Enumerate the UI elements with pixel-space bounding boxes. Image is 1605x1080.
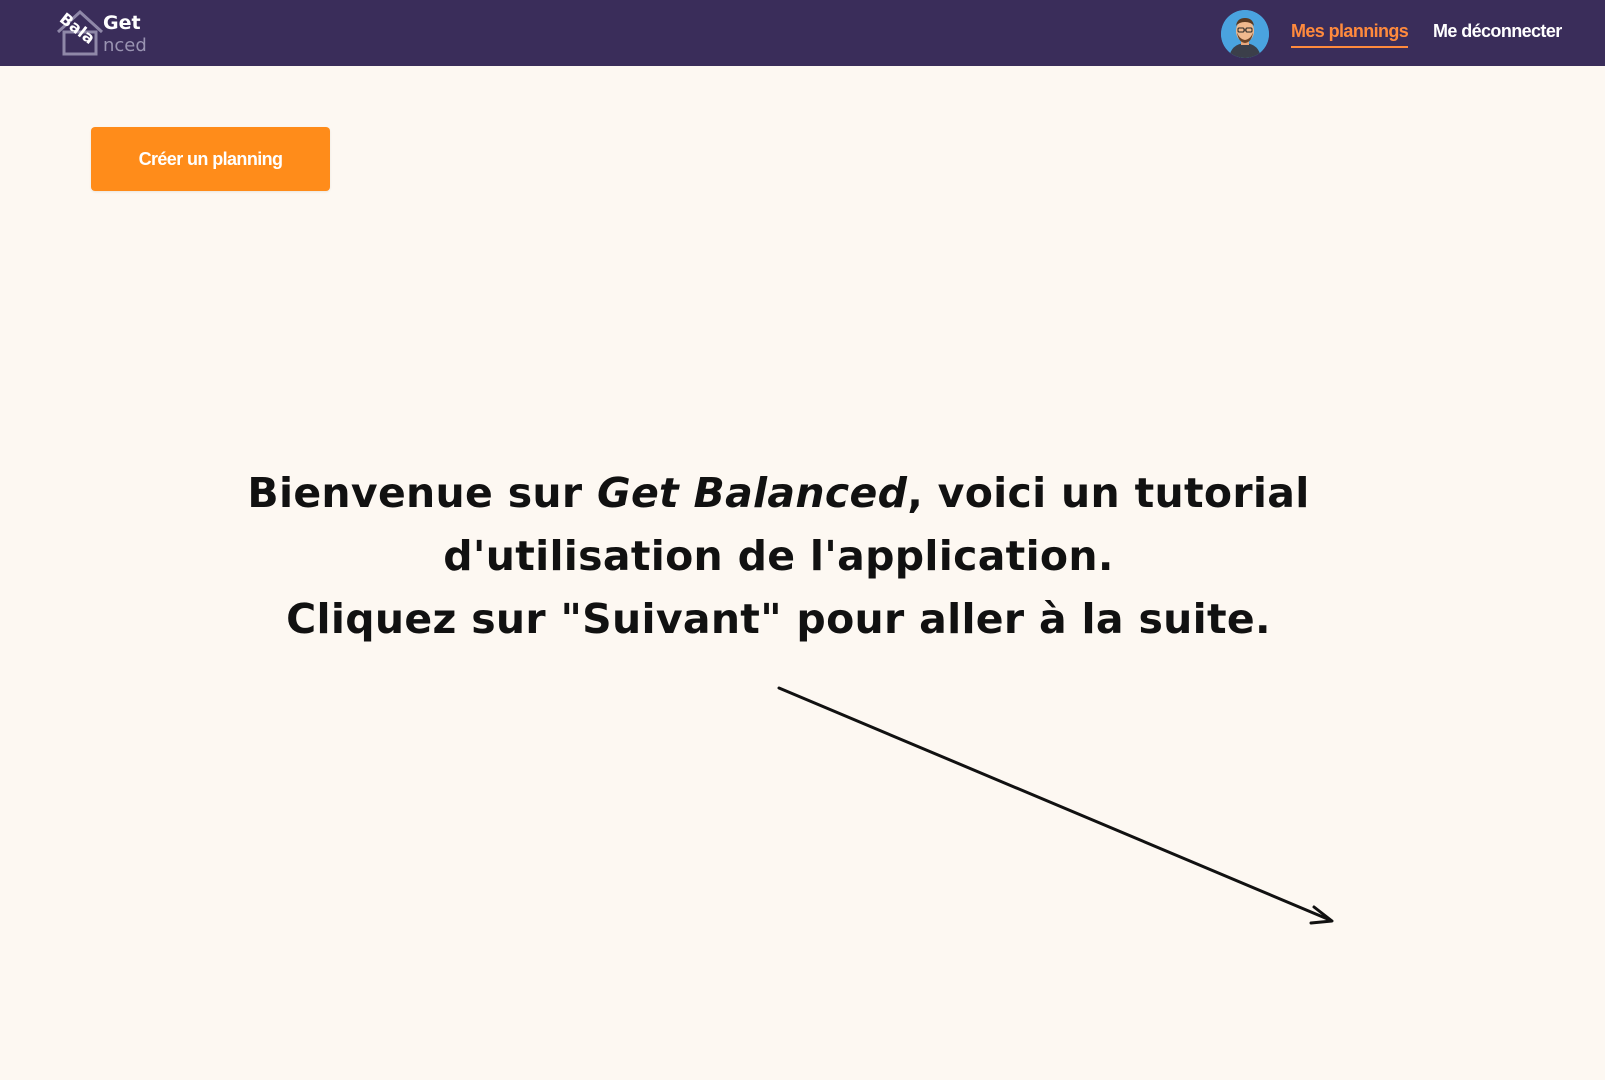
tutorial-line-2: d'utilisation de l'application. [443,532,1114,580]
nav-link-my-plannings[interactable]: Mes plannings [1291,21,1409,48]
tutorial-welcome-message: Bienvenue sur Get Balanced, voici un tut… [160,462,1397,651]
tutorial-line-1: Bienvenue sur Get Balanced, voici un tut… [160,462,1397,525]
get-balanced-logo[interactable]: Get Bala nced [54,6,154,58]
logo-text-get: Get [103,12,141,34]
tutorial-app-name: Get Balanced [597,469,908,517]
tutorial-line-1-prefix: Bienvenue sur [247,469,597,517]
create-planning-button[interactable]: Créer un planning [91,127,330,191]
user-avatar[interactable] [1221,10,1269,58]
tutorial-line-3: Cliquez sur "Suivant" pour aller à la su… [286,595,1271,643]
logo-text-nced: nced [103,35,147,56]
nav-link-logout[interactable]: Me déconnecter [1433,21,1562,42]
tutorial-line-1-suffix: , voici un tutorial [907,469,1310,517]
top-navbar: Get Bala nced Mes plannings Me déconnect… [0,0,1605,66]
